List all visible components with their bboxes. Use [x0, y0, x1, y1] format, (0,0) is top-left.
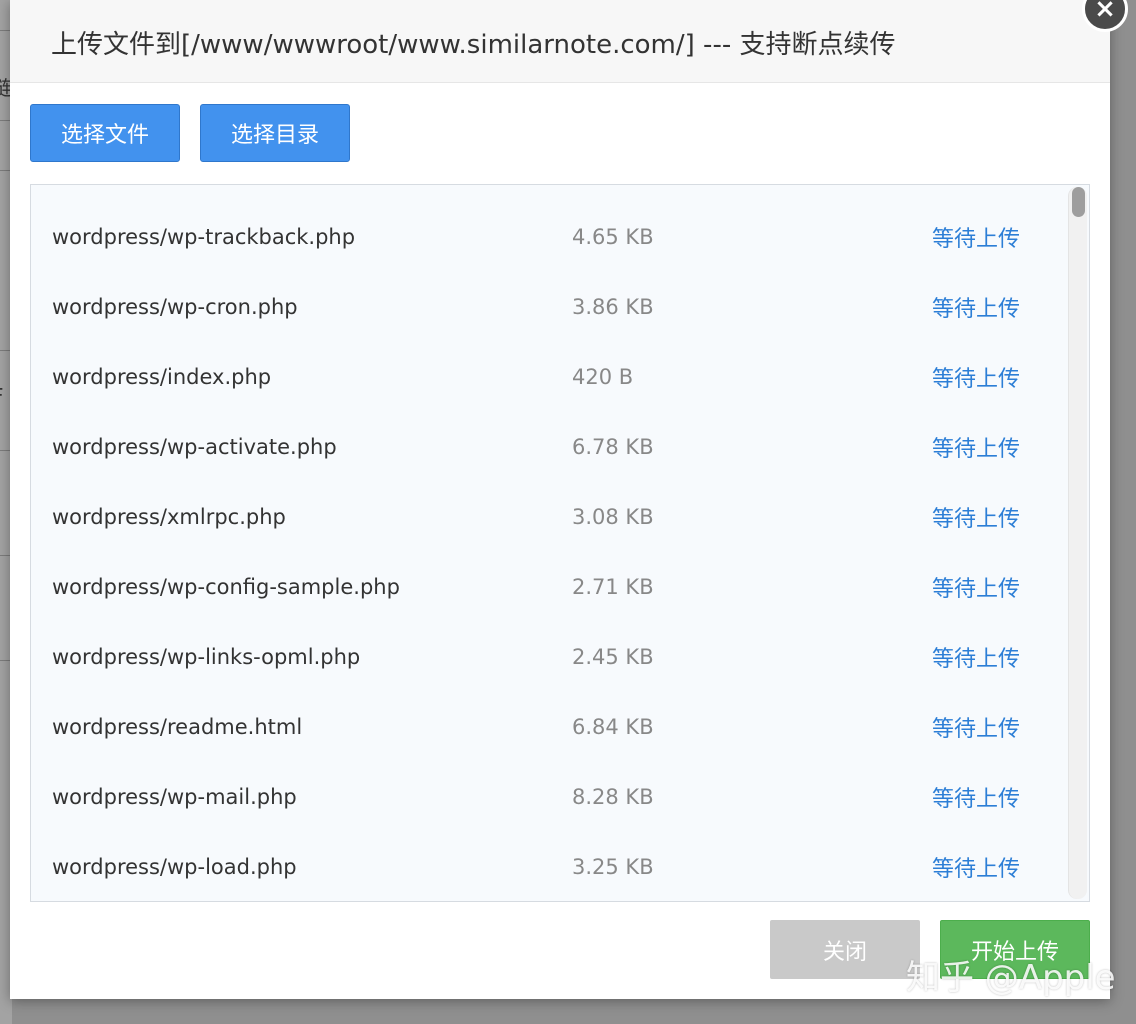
file-name: wordpress/wp-cron.php: [52, 295, 298, 319]
file-size: 6.78 KB: [572, 435, 654, 459]
file-row: wordpress/wp-activate.php 6.78 KB 等待上传: [31, 412, 1061, 482]
file-size: 6.84 KB: [572, 715, 654, 739]
file-name: wordpress/readme.html: [52, 715, 303, 739]
file-size: 2.45 KB: [572, 645, 654, 669]
file-size: 4.65 KB: [572, 225, 654, 249]
file-row: wordpress/wp-mail.php 8.28 KB 等待上传: [31, 762, 1061, 832]
file-size: 3.25 KB: [572, 855, 654, 879]
file-name: wordpress/wp-mail.php: [52, 785, 297, 809]
file-status: 等待上传: [932, 857, 1021, 882]
file-row: wordpress/wp-cron.php 3.86 KB 等待上传: [31, 272, 1061, 342]
background-text: F: [0, 384, 4, 408]
file-status: 等待上传: [932, 297, 1021, 322]
start-upload-button[interactable]: 开始上传: [940, 920, 1090, 979]
file-size: 3.08 KB: [572, 505, 654, 529]
scrollbar-thumb[interactable]: [1072, 187, 1085, 217]
file-size: 3.86 KB: [572, 295, 654, 319]
file-name: wordpress/wp-activate.php: [52, 435, 337, 459]
file-row: wordpress/readme.html 6.84 KB 等待上传: [31, 692, 1061, 762]
dialog-header: 上传文件到[/www/wwwroot/www.similarnote.com/]…: [10, 0, 1110, 83]
file-status: 等待上传: [932, 437, 1021, 462]
file-name: wordpress/wp-trackback.php: [52, 225, 356, 249]
close-button[interactable]: 关闭: [770, 920, 920, 979]
file-name: wordpress/wp-load.php: [52, 855, 297, 879]
file-row: wordpress/wp-trackback.php 4.65 KB 等待上传: [31, 202, 1061, 272]
file-row: wordpress/index.php 420 B 等待上传: [31, 342, 1061, 412]
file-row: wordpress/wp-load.php 3.25 KB 等待上传: [31, 832, 1061, 901]
file-row: wordpress/wp-config-sample.php 2.71 KB 等…: [31, 552, 1061, 622]
scrollbar-track[interactable]: [1068, 187, 1087, 899]
select-directory-button[interactable]: 选择目录: [200, 104, 350, 162]
upload-dialog: 上传文件到[/www/wwwroot/www.similarnote.com/]…: [10, 0, 1110, 999]
file-status: 等待上传: [932, 507, 1021, 532]
file-status: 等待上传: [932, 227, 1021, 252]
file-name: wordpress/xmlrpc.php: [52, 505, 286, 529]
file-list[interactable]: wordpress/wp-trackback.php 4.65 KB 等待上传 …: [30, 184, 1090, 902]
file-size: 2.71 KB: [572, 575, 654, 599]
file-name: wordpress/index.php: [52, 365, 272, 389]
file-size: 420 B: [572, 365, 634, 389]
file-status: 等待上传: [932, 577, 1021, 602]
file-status: 等待上传: [932, 647, 1021, 672]
file-status: 等待上传: [932, 717, 1021, 742]
file-status: 等待上传: [932, 787, 1021, 812]
select-files-button[interactable]: 选择文件: [30, 104, 180, 162]
file-status: 等待上传: [932, 367, 1021, 392]
file-row: wordpress/wp-links-opml.php 2.45 KB 等待上传: [31, 622, 1061, 692]
dialog-title: 上传文件到[/www/wwwroot/www.similarnote.com/]…: [51, 30, 896, 60]
file-name: wordpress/wp-config-sample.php: [52, 575, 400, 599]
file-size: 8.28 KB: [572, 785, 654, 809]
file-name: wordpress/wp-links-opml.php: [52, 645, 361, 669]
file-row: wordpress/xmlrpc.php 3.08 KB 等待上传: [31, 482, 1061, 552]
